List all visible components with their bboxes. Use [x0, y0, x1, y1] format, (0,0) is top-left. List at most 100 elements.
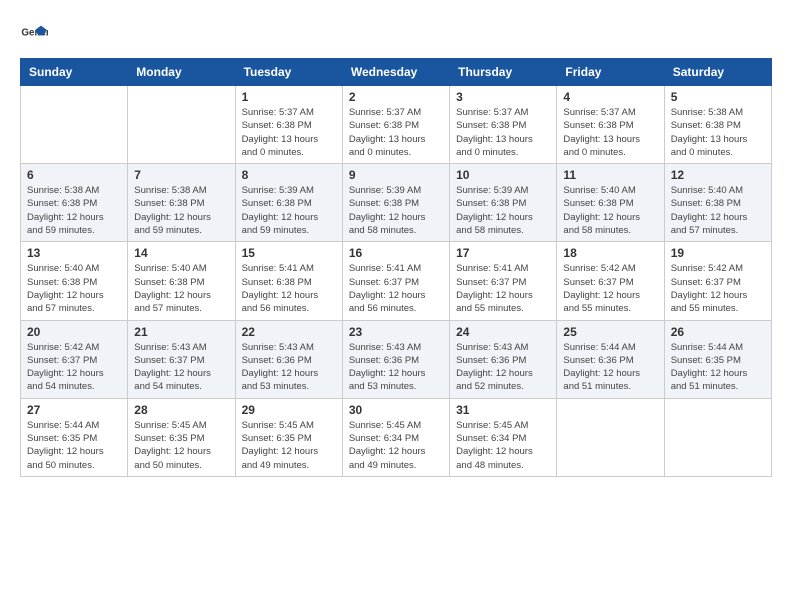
calendar-cell: 27 Sunrise: 5:44 AMSunset: 6:35 PMDayligh…	[21, 398, 128, 476]
day-detail: Sunrise: 5:37 AMSunset: 6:38 PMDaylight:…	[563, 106, 657, 159]
day-detail: Sunrise: 5:41 AMSunset: 6:37 PMDaylight:…	[349, 262, 443, 315]
day-detail: Sunrise: 5:45 AMSunset: 6:34 PMDaylight:…	[349, 419, 443, 472]
day-number: 28	[134, 403, 228, 417]
day-detail: Sunrise: 5:45 AMSunset: 6:34 PMDaylight:…	[456, 419, 550, 472]
day-number: 18	[563, 246, 657, 260]
day-detail: Sunrise: 5:43 AMSunset: 6:36 PMDaylight:…	[456, 341, 550, 394]
page-header: General	[20, 20, 772, 48]
day-detail: Sunrise: 5:40 AMSunset: 6:38 PMDaylight:…	[134, 262, 228, 315]
calendar-cell: 9 Sunrise: 5:39 AMSunset: 6:38 PMDaylight…	[342, 164, 449, 242]
calendar-week-row: 27 Sunrise: 5:44 AMSunset: 6:35 PMDayligh…	[21, 398, 772, 476]
day-detail: Sunrise: 5:37 AMSunset: 6:38 PMDaylight:…	[349, 106, 443, 159]
day-number: 24	[456, 325, 550, 339]
calendar-cell	[664, 398, 771, 476]
day-number: 10	[456, 168, 550, 182]
day-detail: Sunrise: 5:41 AMSunset: 6:38 PMDaylight:…	[242, 262, 336, 315]
day-number: 13	[27, 246, 121, 260]
day-number: 5	[671, 90, 765, 104]
calendar-cell: 20 Sunrise: 5:42 AMSunset: 6:37 PMDayligh…	[21, 320, 128, 398]
calendar-cell: 13 Sunrise: 5:40 AMSunset: 6:38 PMDayligh…	[21, 242, 128, 320]
weekday-header: Friday	[557, 59, 664, 86]
day-number: 17	[456, 246, 550, 260]
calendar-cell: 24 Sunrise: 5:43 AMSunset: 6:36 PMDayligh…	[450, 320, 557, 398]
day-detail: Sunrise: 5:43 AMSunset: 6:36 PMDaylight:…	[349, 341, 443, 394]
day-detail: Sunrise: 5:39 AMSunset: 6:38 PMDaylight:…	[456, 184, 550, 237]
calendar-cell: 12Sunrise: 5:40 AMSunset: 6:38 PMDayligh…	[664, 164, 771, 242]
logo-icon: General	[20, 20, 48, 48]
calendar-cell: 11Sunrise: 5:40 AMSunset: 6:38 PMDayligh…	[557, 164, 664, 242]
day-number: 15	[242, 246, 336, 260]
day-number: 4	[563, 90, 657, 104]
calendar-cell: 2 Sunrise: 5:37 AMSunset: 6:38 PMDaylight…	[342, 86, 449, 164]
weekday-header: Tuesday	[235, 59, 342, 86]
calendar-week-row: 20 Sunrise: 5:42 AMSunset: 6:37 PMDayligh…	[21, 320, 772, 398]
day-number: 12	[671, 168, 765, 182]
day-number: 29	[242, 403, 336, 417]
day-number: 31	[456, 403, 550, 417]
day-detail: Sunrise: 5:38 AMSunset: 6:38 PMDaylight:…	[671, 106, 765, 159]
calendar-cell: 10 Sunrise: 5:39 AMSunset: 6:38 PMDayligh…	[450, 164, 557, 242]
calendar-cell	[557, 398, 664, 476]
day-number: 3	[456, 90, 550, 104]
calendar-cell: 25 Sunrise: 5:44 AMSunset: 6:36 PMDayligh…	[557, 320, 664, 398]
calendar-cell: 19Sunrise: 5:42 AMSunset: 6:37 PMDayligh…	[664, 242, 771, 320]
day-detail: Sunrise: 5:37 AMSunset: 6:38 PMDaylight:…	[456, 106, 550, 159]
day-detail: Sunrise: 5:45 AMSunset: 6:35 PMDaylight:…	[134, 419, 228, 472]
day-detail: Sunrise: 5:42 AMSunset: 6:37 PMDaylight:…	[27, 341, 121, 394]
calendar: SundayMondayTuesdayWednesdayThursdayFrid…	[20, 58, 772, 477]
day-detail: Sunrise: 5:38 AMSunset: 6:38 PMDaylight:…	[134, 184, 228, 237]
calendar-cell: 3 Sunrise: 5:37 AMSunset: 6:38 PMDaylight…	[450, 86, 557, 164]
day-number: 1	[242, 90, 336, 104]
calendar-week-row: 6 Sunrise: 5:38 AMSunset: 6:38 PMDaylight…	[21, 164, 772, 242]
day-detail: Sunrise: 5:44 AMSunset: 6:35 PMDaylight:…	[27, 419, 121, 472]
calendar-cell: 1 Sunrise: 5:37 AMSunset: 6:38 PMDaylight…	[235, 86, 342, 164]
calendar-cell: 8 Sunrise: 5:39 AMSunset: 6:38 PMDaylight…	[235, 164, 342, 242]
day-number: 23	[349, 325, 443, 339]
day-number: 11	[563, 168, 657, 182]
calendar-cell	[128, 86, 235, 164]
calendar-cell: 31 Sunrise: 5:45 AMSunset: 6:34 PMDayligh…	[450, 398, 557, 476]
day-number: 6	[27, 168, 121, 182]
calendar-cell: 30 Sunrise: 5:45 AMSunset: 6:34 PMDayligh…	[342, 398, 449, 476]
day-detail: Sunrise: 5:39 AMSunset: 6:38 PMDaylight:…	[349, 184, 443, 237]
weekday-header: Monday	[128, 59, 235, 86]
day-detail: Sunrise: 5:44 AMSunset: 6:36 PMDaylight:…	[563, 341, 657, 394]
day-number: 16	[349, 246, 443, 260]
day-number: 7	[134, 168, 228, 182]
weekday-header: Thursday	[450, 59, 557, 86]
calendar-cell: 4 Sunrise: 5:37 AMSunset: 6:38 PMDaylight…	[557, 86, 664, 164]
weekday-header: Wednesday	[342, 59, 449, 86]
day-detail: Sunrise: 5:42 AMSunset: 6:37 PMDaylight:…	[563, 262, 657, 315]
calendar-cell: 28 Sunrise: 5:45 AMSunset: 6:35 PMDayligh…	[128, 398, 235, 476]
calendar-cell: 5 Sunrise: 5:38 AMSunset: 6:38 PMDaylight…	[664, 86, 771, 164]
day-number: 9	[349, 168, 443, 182]
day-number: 2	[349, 90, 443, 104]
day-number: 21	[134, 325, 228, 339]
day-number: 26	[671, 325, 765, 339]
day-number: 14	[134, 246, 228, 260]
day-detail: Sunrise: 5:41 AMSunset: 6:37 PMDaylight:…	[456, 262, 550, 315]
calendar-cell: 18 Sunrise: 5:42 AMSunset: 6:37 PMDayligh…	[557, 242, 664, 320]
weekday-header: Saturday	[664, 59, 771, 86]
day-number: 30	[349, 403, 443, 417]
day-detail: Sunrise: 5:39 AMSunset: 6:38 PMDaylight:…	[242, 184, 336, 237]
calendar-cell	[21, 86, 128, 164]
day-detail: Sunrise: 5:44 AMSunset: 6:35 PMDaylight:…	[671, 341, 765, 394]
day-number: 19	[671, 246, 765, 260]
calendar-cell: 22Sunrise: 5:43 AMSunset: 6:36 PMDayligh…	[235, 320, 342, 398]
day-number: 20	[27, 325, 121, 339]
day-detail: Sunrise: 5:43 AMSunset: 6:37 PMDaylight:…	[134, 341, 228, 394]
calendar-week-row: 13 Sunrise: 5:40 AMSunset: 6:38 PMDayligh…	[21, 242, 772, 320]
calendar-cell: 14 Sunrise: 5:40 AMSunset: 6:38 PMDayligh…	[128, 242, 235, 320]
day-number: 8	[242, 168, 336, 182]
day-detail: Sunrise: 5:37 AMSunset: 6:38 PMDaylight:…	[242, 106, 336, 159]
calendar-cell: 21 Sunrise: 5:43 AMSunset: 6:37 PMDayligh…	[128, 320, 235, 398]
calendar-cell: 7 Sunrise: 5:38 AMSunset: 6:38 PMDaylight…	[128, 164, 235, 242]
calendar-cell: 16 Sunrise: 5:41 AMSunset: 6:37 PMDayligh…	[342, 242, 449, 320]
logo: General	[20, 20, 52, 48]
day-number: 25	[563, 325, 657, 339]
day-number: 27	[27, 403, 121, 417]
day-number: 22	[242, 325, 336, 339]
day-detail: Sunrise: 5:40 AMSunset: 6:38 PMDaylight:…	[27, 262, 121, 315]
calendar-cell: 15 Sunrise: 5:41 AMSunset: 6:38 PMDayligh…	[235, 242, 342, 320]
